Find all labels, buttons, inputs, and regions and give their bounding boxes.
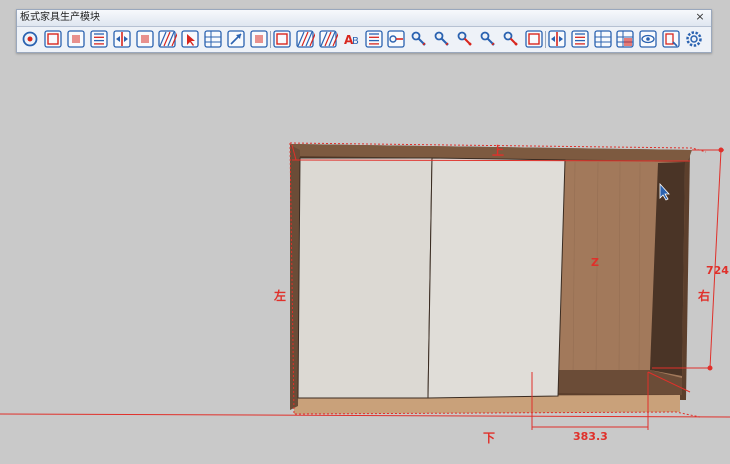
width-dimension-label: 383.3 [573, 430, 608, 443]
face-label-right: 右 [697, 288, 710, 303]
face-label-bottom: 下 [483, 431, 495, 445]
height-dimension-label: 724 [706, 264, 729, 277]
3d-viewport[interactable]: 724 383.3 上 下 左 右 Z [0, 0, 730, 464]
door-left[interactable] [297, 157, 433, 399]
ground-axis-line [0, 413, 730, 418]
face-label-top: 上 [492, 143, 504, 158]
face-label-left: 左 [273, 288, 286, 303]
cabinet[interactable] [290, 144, 692, 414]
center-mark: Z [591, 256, 599, 269]
door-middle[interactable] [427, 157, 566, 399]
cabinet-inner-bottom [555, 370, 682, 395]
